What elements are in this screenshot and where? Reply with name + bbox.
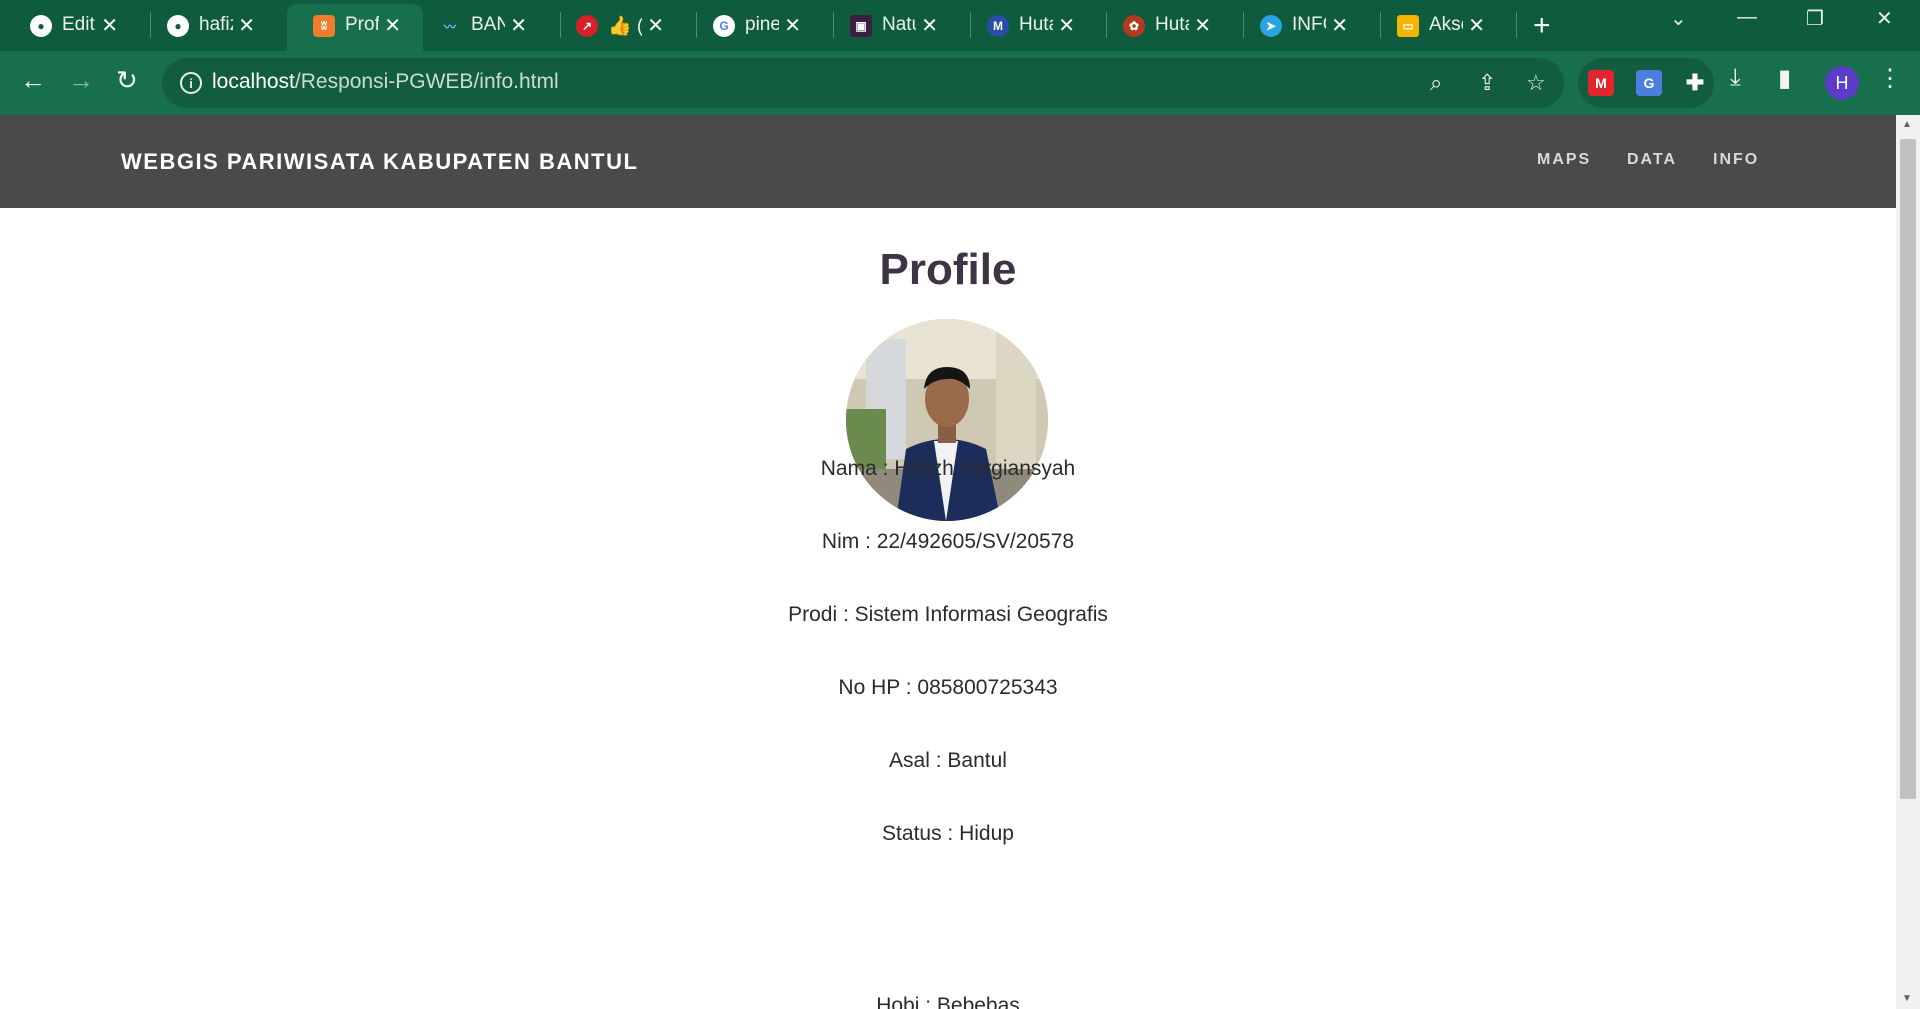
profile-hobi: Hobi : Bebebas <box>876 994 1020 1009</box>
scroll-up-arrow-icon[interactable]: ▲ <box>1902 119 1912 130</box>
zoom-icon[interactable]: ⌕ <box>1430 70 1442 96</box>
back-arrow-icon[interactable]: ← <box>20 65 46 96</box>
page-scrollbar[interactable]: ▲ ▼ <box>1896 115 1920 1009</box>
slides-icon: ▭ <box>1397 15 1419 37</box>
site-icon: 〰 <box>443 19 456 34</box>
close-window-button[interactable]: ✕ <box>1876 6 1893 31</box>
extensions-area: M G ✚ <box>1578 58 1714 108</box>
close-icon[interactable]: ✕ <box>101 13 118 38</box>
address-bar[interactable]: i localhost/Responsi-PGWEB/info.html ⌕ ⇪… <box>162 58 1564 108</box>
minimize-button[interactable]: — <box>1737 6 1757 29</box>
side-panel-icon[interactable]: ▮ <box>1778 64 1791 93</box>
mendeley-icon[interactable]: M <box>1588 70 1614 96</box>
pin-icon: ↗ <box>576 15 598 37</box>
tab-info-telegram[interactable]: ➤ INFC ✕ <box>1234 8 1370 42</box>
tab-strip: ● Editi ✕ ● hafiz ✕ ʬ Profi ✕ 〰 BAN ✕ ↗ … <box>0 0 1920 51</box>
profile-nim: Nim : 22/492605/SV/20578 <box>821 530 1075 553</box>
extensions-puzzle-icon[interactable]: ✚ <box>1682 70 1708 96</box>
site-icon: ✿ <box>1123 15 1145 37</box>
tab-label: Huta <box>1019 14 1053 35</box>
tab-label: Profi <box>345 14 379 35</box>
url-host: localhost <box>212 70 295 93</box>
profile-photo <box>846 319 1048 521</box>
nav-link-data[interactable]: DATA <box>1627 151 1677 169</box>
close-icon[interactable]: ✕ <box>1058 13 1075 38</box>
close-icon[interactable]: ✕ <box>1194 13 1211 38</box>
close-icon[interactable]: ✕ <box>1331 13 1348 38</box>
profile-nama: Nama : Hafizh Vergiansyah <box>820 457 1076 480</box>
tab-huta-1[interactable]: M Huta ✕ <box>961 8 1097 42</box>
tab-label: Editi <box>62 14 96 35</box>
tab-profile-active[interactable]: ʬ Profi ✕ <box>287 4 423 51</box>
profile-no-hp: No HP : 085800725343 <box>838 676 1058 699</box>
profile-status: Status : Hidup <box>882 822 1014 845</box>
url-text[interactable]: localhost/Responsi-PGWEB/info.html <box>212 70 559 94</box>
tab-label: pine <box>745 14 779 35</box>
new-tab-button[interactable]: + <box>1533 9 1551 43</box>
profile-asal: Asal : Bantul <box>889 749 1007 772</box>
tab-akse[interactable]: ▭ Akse ✕ <box>1371 8 1507 42</box>
github-icon: ● <box>167 15 189 37</box>
tab-huta-2[interactable]: ✿ Huta ✕ <box>1097 8 1233 42</box>
close-icon[interactable]: ✕ <box>238 13 255 38</box>
forward-arrow-icon[interactable]: → <box>68 65 94 96</box>
tab-github-1[interactable]: ● Editi ✕ <box>4 8 140 42</box>
tab-label: INFC <box>1292 14 1326 35</box>
tab-google[interactable]: G pine ✕ <box>687 8 823 42</box>
tab-like[interactable]: ↗ 👍 ( ✕ <box>550 8 686 42</box>
close-icon[interactable]: ✕ <box>647 13 664 38</box>
tab-natu[interactable]: ▣ Natu ✕ <box>824 8 960 42</box>
page-viewport: WEBGIS PARIWISATA KABUPATEN BANTUL MAPS … <box>0 115 1896 1009</box>
telegram-icon: ➤ <box>1260 15 1282 37</box>
menu-kebab-icon[interactable]: ⋮ <box>1878 64 1902 93</box>
page-title: Profile <box>879 245 1017 294</box>
close-icon[interactable]: ✕ <box>921 13 938 38</box>
close-icon[interactable]: ✕ <box>384 13 401 38</box>
profile-prodi: Prodi : Sistem Informasi Geografis <box>788 603 1108 626</box>
tab-label: hafiz <box>199 14 233 35</box>
browser-toolbar: ← → ↻ i localhost/Responsi-PGWEB/info.ht… <box>0 51 1920 115</box>
site-brand[interactable]: WEBGIS PARIWISATA KABUPATEN BANTUL <box>121 149 638 175</box>
scroll-down-arrow-icon[interactable]: ▼ <box>1902 993 1912 1004</box>
tab-label: Akse <box>1429 14 1463 35</box>
reload-icon[interactable]: ↻ <box>116 65 138 96</box>
share-icon[interactable]: ⇪ <box>1478 70 1496 96</box>
tab-github-2[interactable]: ● hafiz ✕ <box>141 8 277 42</box>
site-navbar: WEBGIS PARIWISATA KABUPATEN BANTUL MAPS … <box>0 115 1896 208</box>
download-icon[interactable]: ⤓ <box>1730 64 1741 92</box>
tab-label: BAN <box>471 14 505 35</box>
restore-button[interactable]: ❐ <box>1806 6 1824 31</box>
url-path: /Responsi-PGWEB/info.html <box>294 70 559 93</box>
close-icon[interactable]: ✕ <box>784 13 801 38</box>
scroll-thumb[interactable] <box>1900 139 1916 799</box>
translate-icon[interactable]: G <box>1636 70 1662 96</box>
github-icon: ● <box>30 15 52 37</box>
profile-avatar[interactable]: H <box>1825 66 1859 100</box>
google-icon: G <box>713 15 735 37</box>
site-icon: M <box>987 15 1009 37</box>
tab-label: Huta <box>1155 14 1189 35</box>
site-info-icon[interactable]: i <box>180 72 202 94</box>
close-icon[interactable]: ✕ <box>1468 13 1485 38</box>
bookmark-star-icon[interactable]: ☆ <box>1526 70 1546 96</box>
xampp-icon: ʬ <box>313 15 335 37</box>
tab-label: Natu <box>882 14 916 35</box>
nav-link-maps[interactable]: MAPS <box>1537 151 1591 169</box>
tab-label: 👍 ( <box>608 16 642 37</box>
tab-ban[interactable]: 〰 BAN ✕ <box>413 8 549 42</box>
site-icon: ▣ <box>850 15 872 37</box>
nav-link-info[interactable]: INFO <box>1713 151 1759 169</box>
close-icon[interactable]: ✕ <box>510 13 527 38</box>
tab-search-icon[interactable]: ⌄ <box>1670 6 1687 31</box>
